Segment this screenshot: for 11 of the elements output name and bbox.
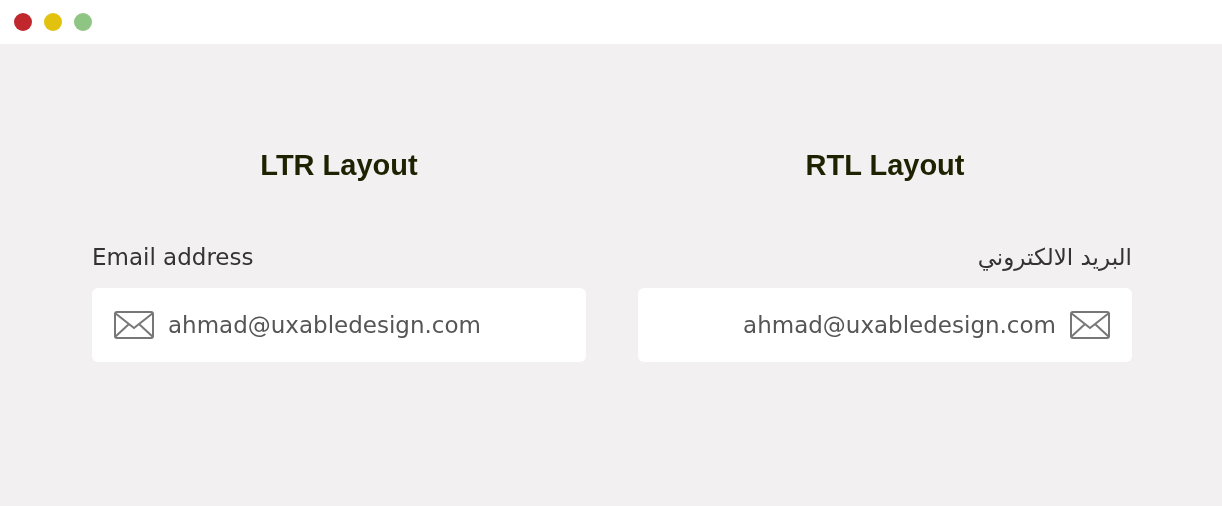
window-control-dot[interactable] [74,13,92,31]
field-label: Email address [92,243,254,272]
window-control-dot[interactable] [14,13,32,31]
field-label: البريد الالكتروني [977,243,1132,272]
window-control-dot[interactable] [44,13,62,31]
mail-icon [114,311,154,339]
mail-icon [1070,311,1110,339]
section-heading: RTL Layout [805,148,965,182]
section-heading: LTR Layout [260,148,418,182]
email-field[interactable]: ahmad@uxabledesign.com [638,288,1132,362]
email-field[interactable]: ahmad@uxabledesign.com [92,288,586,362]
